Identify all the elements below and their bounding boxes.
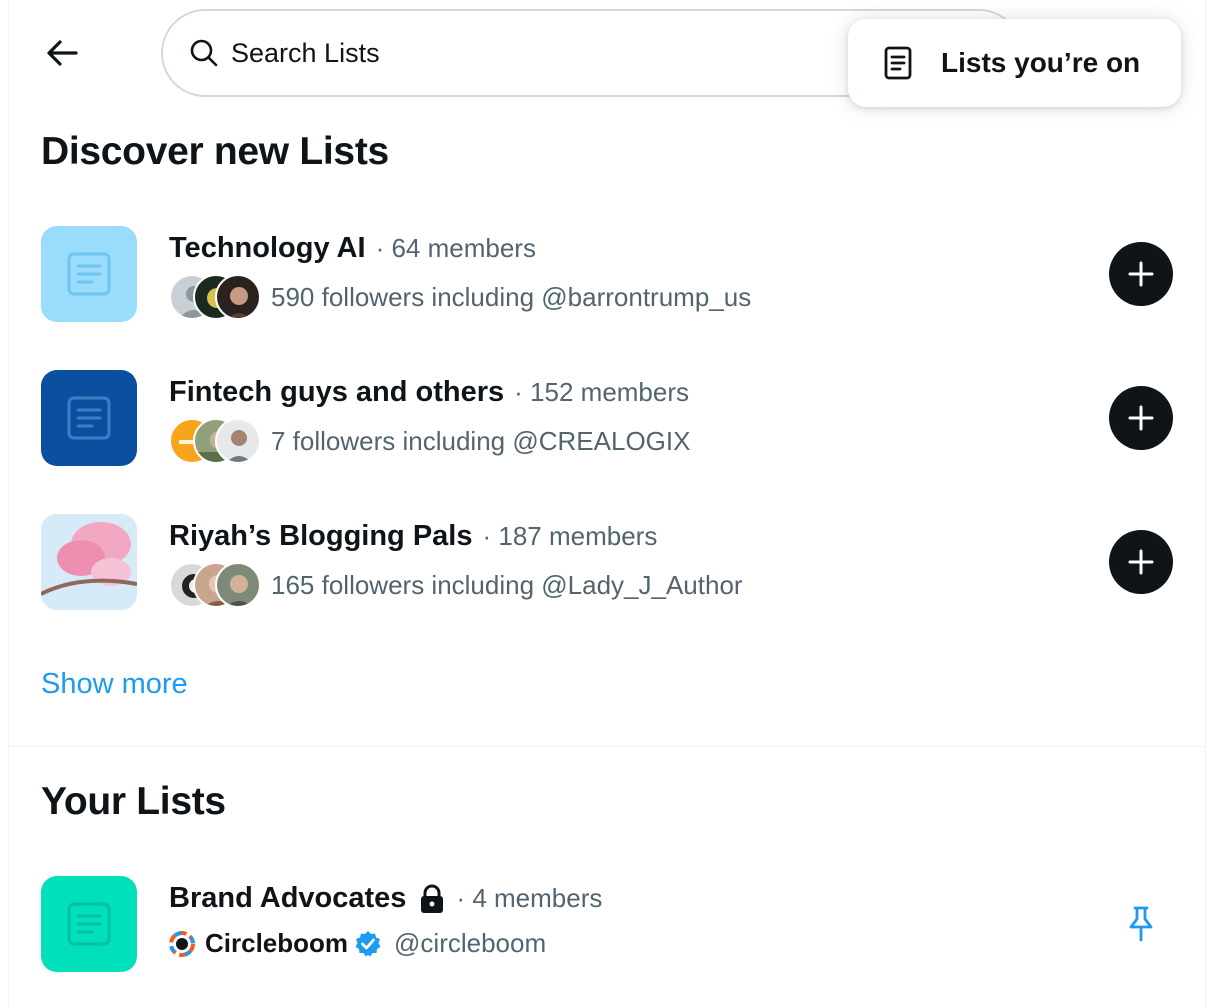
plus-icon <box>1128 261 1154 287</box>
search-placeholder: Search Lists <box>231 37 380 68</box>
list-item[interactable]: Brand Advocates · 4 members Circleboom @… <box>41 876 1181 972</box>
pin-button[interactable] <box>1121 902 1161 946</box>
list-icon <box>884 46 912 80</box>
list-members: · 64 members <box>375 233 536 263</box>
followers-text: 7 followers including @CREALOGIX <box>271 425 691 456</box>
search-icon <box>190 39 218 67</box>
follower-avatars <box>169 274 265 320</box>
avatar <box>215 418 261 464</box>
list-members: · 4 members <box>456 883 603 913</box>
list-cover-photo <box>41 514 137 610</box>
owner-handle: @circleboom <box>394 928 547 958</box>
list-name: Brand Advocates <box>169 882 407 914</box>
pin-icon <box>1129 906 1153 942</box>
avatar <box>215 562 261 608</box>
list-cover <box>41 226 137 322</box>
lists-youre-on-menu-item[interactable]: Lists you’re on <box>848 19 1181 107</box>
followers-text: 165 followers including @Lady_J_Author <box>271 569 743 600</box>
list-item[interactable]: Fintech guys and others · 152 members 7 … <box>41 370 1181 466</box>
followers-text: 590 followers including @barrontrump_us <box>271 281 752 312</box>
list-cover <box>41 876 137 972</box>
list-icon <box>67 252 111 296</box>
arrow-left-icon <box>47 40 78 66</box>
add-list-button[interactable] <box>1109 242 1173 306</box>
plus-icon <box>1128 405 1154 431</box>
flower-image <box>41 514 137 610</box>
your-lists-title: Your Lists <box>41 780 226 823</box>
list-cover <box>41 370 137 466</box>
follower-avatars <box>169 418 265 464</box>
owner-name: Circleboom <box>205 928 349 958</box>
list-members: · 152 members <box>514 377 690 407</box>
list-members: · 187 members <box>482 521 658 551</box>
list-icon <box>67 902 111 946</box>
section-divider <box>8 746 1206 747</box>
list-name: Riyah’s Blogging Pals <box>169 520 473 552</box>
list-icon <box>67 396 111 440</box>
verified-badge-icon <box>355 930 381 956</box>
list-name: Technology AI <box>169 232 366 264</box>
plus-icon <box>1128 549 1154 575</box>
add-list-button[interactable] <box>1109 386 1173 450</box>
follower-avatars <box>169 562 265 608</box>
discover-title: Discover new Lists <box>41 130 389 173</box>
back-button[interactable] <box>36 30 88 76</box>
avatar <box>215 274 261 320</box>
show-more-link[interactable]: Show more <box>41 668 188 701</box>
list-item[interactable]: Technology AI · 64 members 590 followers… <box>41 226 1181 322</box>
list-name: Fintech guys and others <box>169 376 505 408</box>
add-list-button[interactable] <box>1109 530 1173 594</box>
circleboom-logo-icon <box>169 930 195 957</box>
list-item[interactable]: Riyah’s Blogging Pals · 187 members 165 … <box>41 514 1181 610</box>
lock-icon <box>421 884 444 913</box>
popover-label: Lists you’re on <box>941 47 1141 78</box>
